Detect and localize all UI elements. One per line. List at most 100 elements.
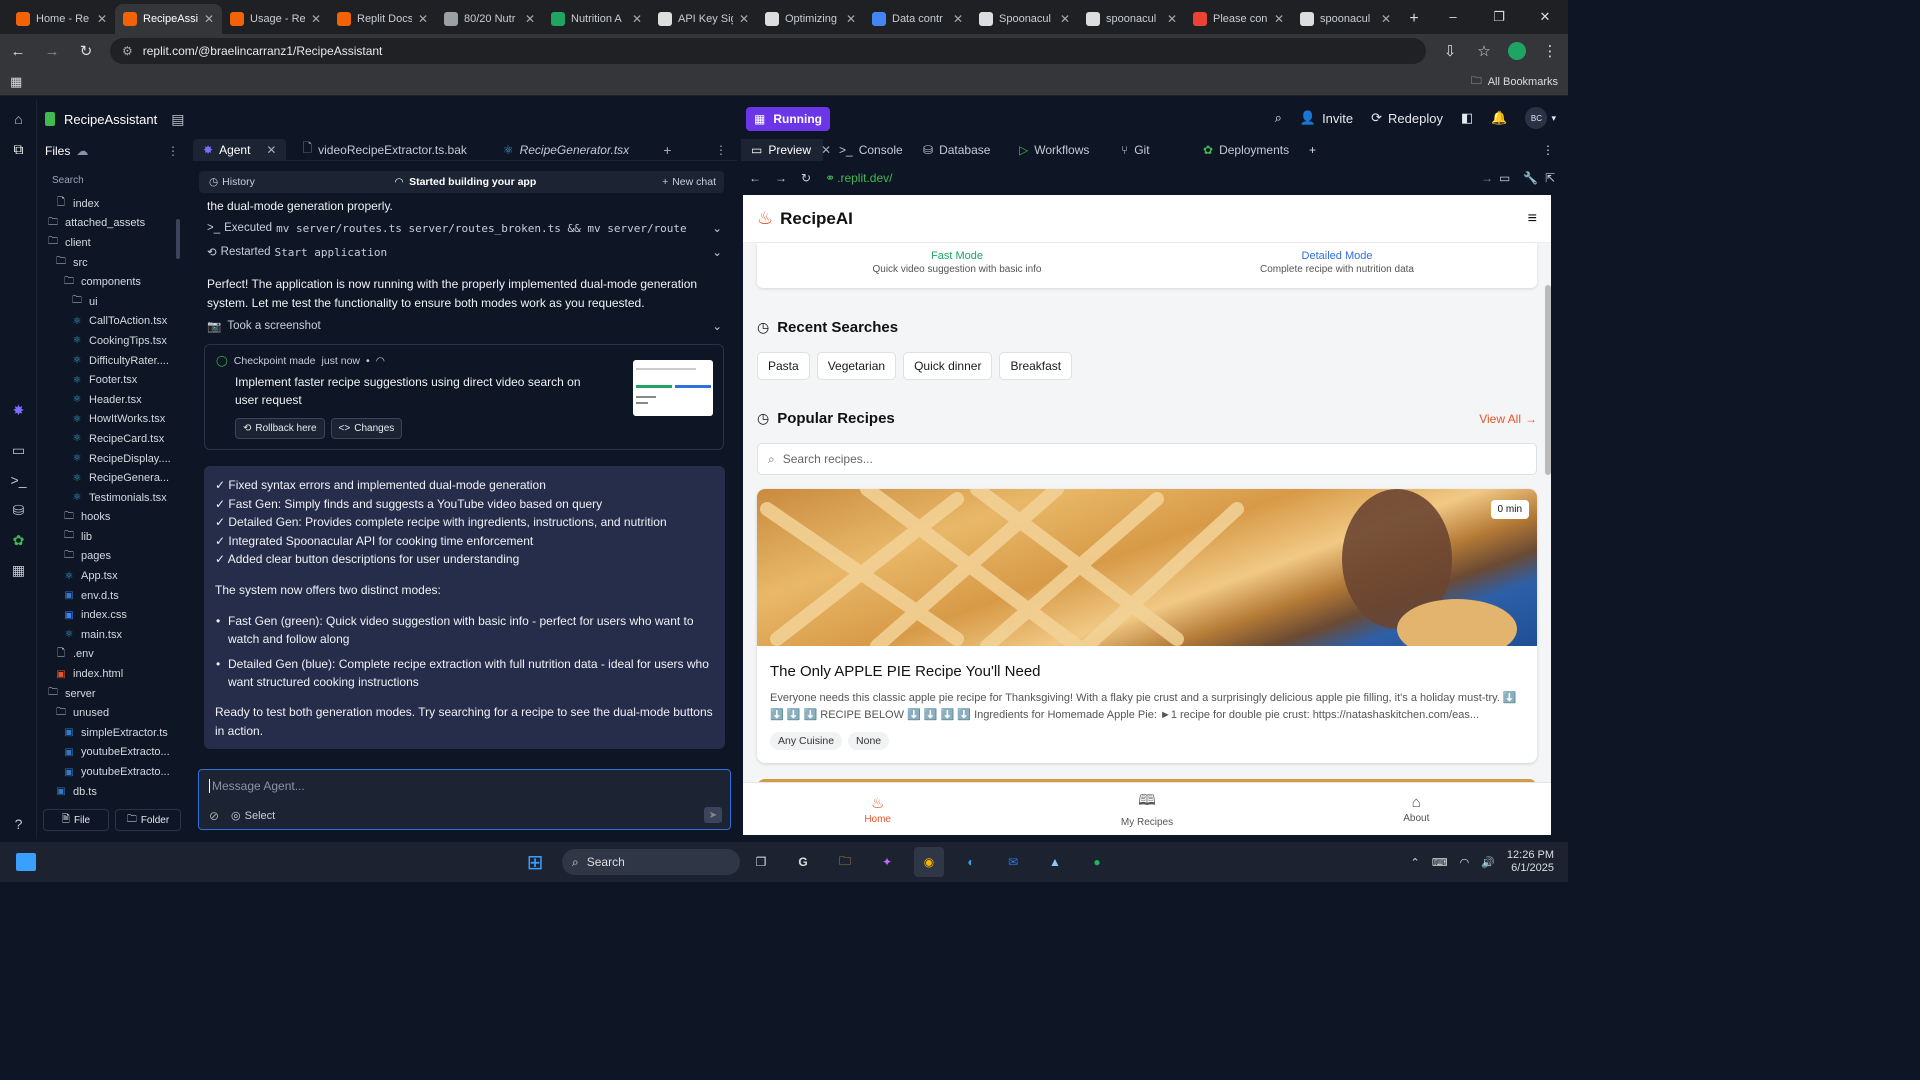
deployments-icon[interactable]: ✿ — [0, 525, 37, 555]
invite-button[interactable]: 👤 Invite — [1300, 110, 1353, 126]
recipe-search-input[interactable]: ⌕ Search recipes... — [757, 443, 1537, 475]
run-status-button[interactable]: ▦ Running — [746, 107, 830, 131]
recent-search-chip[interactable]: Pasta — [757, 352, 810, 380]
console-icon[interactable]: >_ — [0, 465, 37, 495]
add-tab-icon[interactable]: + — [1309, 143, 1316, 157]
recent-search-chip[interactable]: Quick dinner — [903, 352, 993, 380]
tab-console[interactable]: >_ Console — [829, 139, 907, 161]
chevron-down-icon[interactable]: ⌄ — [712, 245, 722, 259]
photos-icon[interactable]: ▲ — [1040, 847, 1070, 877]
minimize-icon[interactable]: – — [1430, 0, 1476, 34]
widgets-icon[interactable] — [16, 853, 36, 871]
restore-icon[interactable]: ❐ — [1476, 0, 1522, 34]
help-icon[interactable]: ? — [0, 809, 37, 839]
file-explorer-icon[interactable]: 🗀 — [830, 847, 860, 877]
folder-item[interactable]: 🗀 client — [37, 233, 183, 253]
spotify-icon[interactable]: ● — [1082, 847, 1112, 877]
preview-icon[interactable]: ▭ — [0, 435, 37, 465]
folder-item[interactable]: 🗀 unused — [37, 703, 183, 723]
close-tab-icon[interactable]: ✕ — [739, 12, 749, 26]
bottom-nav-home[interactable]: ♨ Home — [743, 783, 1012, 835]
close-tab-icon[interactable]: ✕ — [1274, 12, 1284, 26]
file-item[interactable]: ▣ index.css — [37, 605, 183, 625]
preview-forward-icon[interactable]: → — [775, 171, 787, 185]
menu-kebab-icon[interactable]: ⋮ — [1540, 42, 1560, 60]
restarted-action[interactable]: ⟲ Restarted Start application ⌄ — [207, 245, 722, 260]
fast-mode[interactable]: Fast Mode Quick video suggestion with ba… — [757, 250, 1157, 275]
profile-avatar[interactable] — [1508, 42, 1526, 60]
tab-video-extractor[interactable]: 🗋 videoRecipeExtractor.ts.bak — [292, 139, 476, 161]
new-tab-button[interactable]: + — [1399, 4, 1429, 34]
file-item[interactable]: ⚛ Footer.tsx — [37, 370, 183, 390]
preview-url[interactable]: ⚭ .replit.dev/ — [825, 171, 892, 185]
chrome-icon[interactable]: ◉ — [914, 847, 944, 877]
recent-search-chip[interactable]: Vegetarian — [816, 352, 897, 380]
browser-tab[interactable]: Spoonacul ✕ — [971, 4, 1078, 34]
folder-item[interactable]: 🗀 server — [37, 684, 183, 704]
file-item[interactable]: ⚛ RecipeCard.tsx — [37, 429, 183, 449]
site-scrollbar[interactable] — [1545, 285, 1551, 475]
close-tab-icon[interactable]: ✕ — [418, 12, 428, 26]
apps-grid-icon[interactable]: ▦ — [10, 74, 22, 90]
copilot-app-icon[interactable]: ✦ — [872, 847, 902, 877]
home-icon[interactable]: ⌂ — [0, 104, 37, 134]
select-element-button[interactable]: ◎ Select — [231, 809, 275, 823]
address-bar[interactable]: ⚙ replit.com/@braelincarranz1/RecipeAssi… — [110, 38, 1426, 64]
forward-icon[interactable]: → — [42, 43, 62, 60]
replit-logo-icon[interactable] — [45, 112, 55, 126]
new-folder-button[interactable]: 🗀 Folder — [115, 809, 181, 831]
close-tab-icon[interactable]: ✕ — [1381, 12, 1391, 26]
bottom-nav-about[interactable]: ⌂ About — [1282, 783, 1551, 835]
file-item[interactable]: ⚛ App.tsx — [37, 566, 183, 586]
browser-tab[interactable]: 80/20 Nutr ✕ — [436, 4, 543, 34]
browser-tab[interactable]: Data contr ✕ — [864, 4, 971, 34]
executed-action[interactable]: >_ Executed mv server/routes.ts server/ro… — [207, 221, 722, 236]
changes-button[interactable]: <> Changes — [330, 418, 403, 439]
file-item[interactable]: ⚛ RecipeDisplay.... — [37, 449, 183, 469]
new-file-button[interactable]: 🗎 File — [43, 809, 109, 831]
file-item[interactable]: ▣ youtubeExtracto... — [37, 762, 183, 782]
file-item[interactable]: ▣ youtubeExtracto... — [37, 743, 183, 763]
tab-git[interactable]: ⑂ Git — [1111, 139, 1187, 161]
browser-tab[interactable]: Nutrition A ✕ — [543, 4, 650, 34]
device-icon[interactable]: ▭ — [1499, 171, 1510, 185]
wifi-icon[interactable]: ◠ — [1460, 856, 1470, 869]
copilot-icon[interactable]: G — [788, 847, 818, 877]
folder-item[interactable]: 🗀 components — [37, 272, 183, 292]
preview-reload-icon[interactable]: ↻ — [801, 171, 811, 185]
add-tab-icon[interactable]: + — [663, 142, 671, 158]
file-tree-scrollbar[interactable] — [176, 219, 180, 259]
file-item[interactable]: ▣ env.d.ts — [37, 586, 183, 606]
file-item[interactable]: ⚛ CallToAction.tsx — [37, 312, 183, 332]
view-all-link[interactable]: View All → — [1479, 412, 1537, 426]
files-menu-icon[interactable]: ⋮ — [167, 144, 179, 158]
tab-recipe-generator[interactable]: ⚛ RecipeGenerator.tsx — [493, 139, 639, 161]
browser-tab[interactable]: Replit Docs ✕ — [329, 4, 436, 34]
folder-item[interactable]: 🗀 src — [37, 253, 183, 273]
new-window-icon[interactable]: ⇱ — [1545, 171, 1555, 185]
user-menu[interactable]: BC ▾ — [1525, 107, 1556, 129]
tab-deployments[interactable]: ✿ Deployments — [1193, 139, 1303, 161]
keyboard-icon[interactable]: ⌨ — [1432, 856, 1448, 869]
close-tab-icon[interactable]: ✕ — [846, 12, 856, 26]
preview-back-icon[interactable]: ← — [749, 171, 761, 185]
file-item[interactable]: ▣ db.ts — [37, 782, 183, 802]
browser-tab[interactable]: RecipeAssi ✕ — [115, 4, 222, 34]
multiplayer-icon[interactable]: ◧ — [1461, 110, 1473, 126]
screenshot-action[interactable]: 📷 Took a screenshot ⌄ — [207, 319, 722, 333]
folder-item[interactable]: 🗀 pages — [37, 547, 183, 567]
file-item[interactable]: ▣dbStorage.ts — [37, 801, 183, 804]
project-menu-icon[interactable]: ▤ — [171, 111, 184, 128]
search-icon[interactable]: ⌕ — [1275, 110, 1282, 126]
open-external-arrow-icon[interactable]: → — [1481, 171, 1493, 185]
browser-tab[interactable]: spoonacul ✕ — [1078, 4, 1185, 34]
back-icon[interactable]: ← — [8, 43, 28, 60]
folder-item[interactable]: 🗀 attached_assets — [37, 214, 183, 234]
notifications-bell-icon[interactable]: 🔔 — [1491, 110, 1507, 126]
hamburger-menu-icon[interactable]: ≡ — [1528, 210, 1537, 228]
bottom-nav-my-recipes[interactable]: 🕮 My Recipes — [1012, 783, 1281, 835]
browser-tab[interactable]: Home - Re ✕ — [8, 4, 115, 34]
file-item[interactable]: ⚛ HowItWorks.tsx — [37, 410, 183, 430]
file-item[interactable]: ⚛ CookingTips.tsx — [37, 331, 183, 351]
all-bookmarks[interactable]: 🗀 All Bookmarks — [1471, 72, 1558, 91]
